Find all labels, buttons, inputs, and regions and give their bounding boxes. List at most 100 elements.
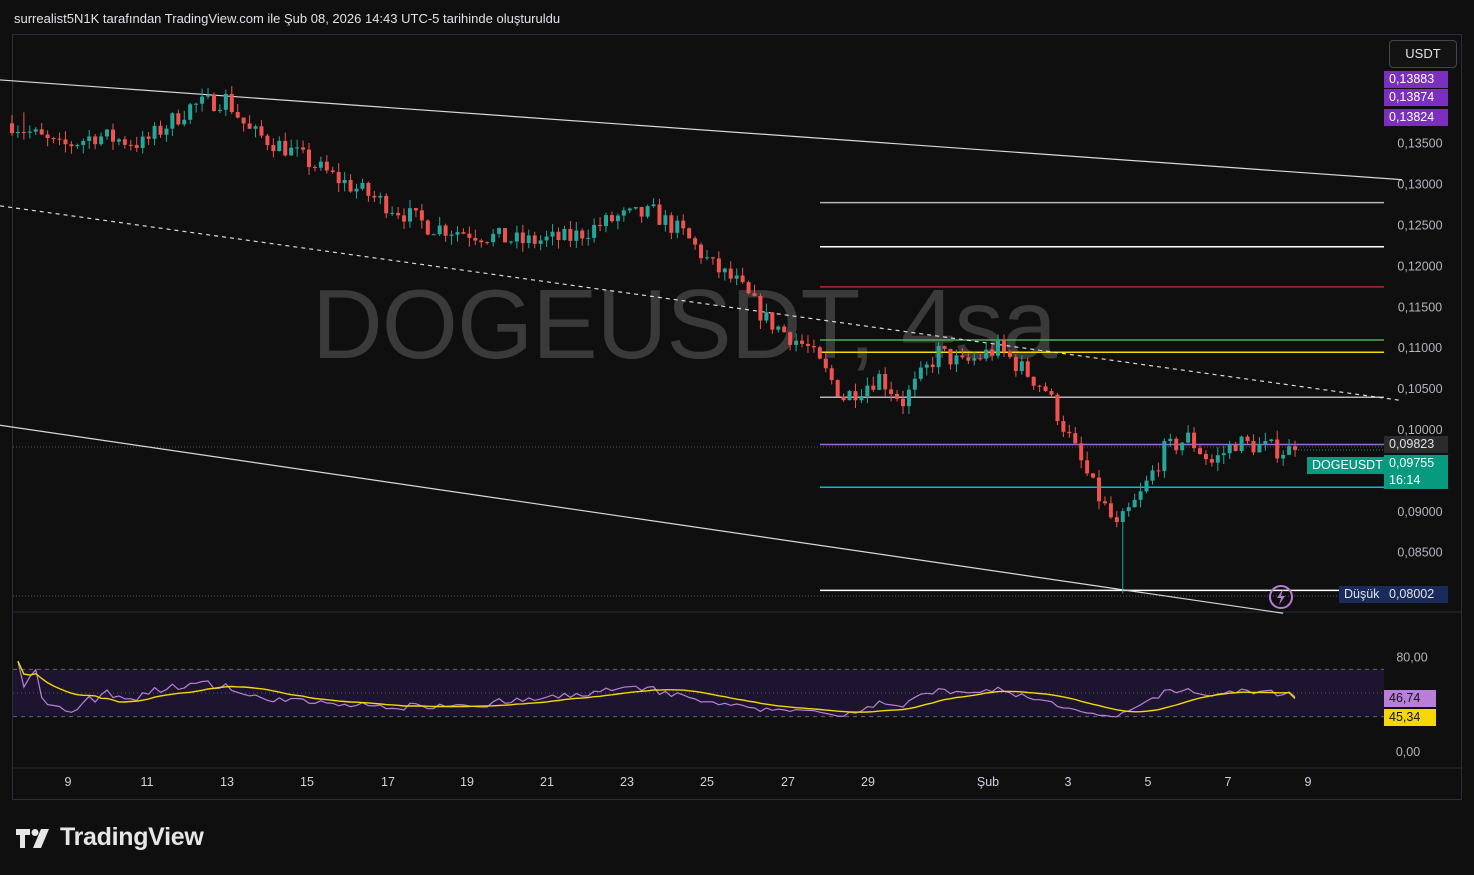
candle-body [764, 312, 769, 321]
candle-body [1025, 361, 1030, 377]
candle-body [758, 296, 763, 321]
candle-body [532, 235, 537, 244]
candle-body [479, 240, 484, 243]
candle-body [948, 348, 953, 365]
candle-body [794, 340, 799, 345]
candle-body [598, 224, 603, 227]
candle-body [740, 275, 745, 283]
candle-body [1281, 454, 1286, 459]
trend-line [0, 424, 1284, 614]
candle-body [1108, 503, 1113, 518]
candle-body [1049, 390, 1054, 395]
candle-body [1156, 470, 1161, 472]
time-axis-tick: 29 [861, 775, 875, 789]
candle-body [354, 188, 359, 192]
candle-body [497, 228, 502, 234]
candle-body [604, 215, 608, 227]
candle-body [675, 220, 680, 233]
candle-body [556, 231, 561, 241]
candle-body [990, 349, 995, 356]
symbol-tag: DOGEUSDT [1307, 457, 1388, 474]
candle-body [1055, 394, 1060, 422]
candle-body [194, 103, 199, 105]
candle-body [99, 136, 104, 145]
price-tag-top2: 0,13874 [1384, 89, 1448, 106]
time-axis-tick: 27 [781, 775, 795, 789]
last-price-tag: 0,09755 [1384, 455, 1448, 472]
candle-body [829, 368, 834, 381]
time-axis-tick: 17 [381, 775, 395, 789]
candle-body [372, 195, 377, 198]
candle-body [841, 396, 846, 401]
candle-body [188, 104, 193, 120]
candle-body [461, 232, 466, 234]
candle-body [651, 204, 656, 207]
candle-body [514, 232, 519, 242]
candle-body [1233, 444, 1238, 452]
candle-body [1263, 441, 1268, 444]
price-chart[interactable]: 0,13500 0,13000 0,12500 0,12000 0,11500 0,110… [0, 0, 1474, 875]
candle-body [782, 326, 787, 333]
tradingview-logo[interactable]: TradingView [14, 823, 204, 852]
candle-body [609, 215, 614, 222]
candle-body [1209, 459, 1214, 463]
candle-body [1245, 436, 1250, 442]
time-axis-tick: 15 [300, 775, 314, 789]
candle-body [342, 179, 347, 184]
candle-body [485, 242, 490, 244]
candle-body [752, 293, 757, 297]
candle-body [663, 215, 668, 225]
price-axis-tick: 0,12500 [1397, 219, 1442, 233]
price-axis-tick: 0,12000 [1397, 259, 1442, 273]
candle-body [277, 140, 282, 152]
candle-body [223, 93, 228, 110]
candle-body [984, 349, 989, 359]
candle-body [128, 144, 133, 146]
candle-body [93, 136, 98, 145]
candle-body [805, 343, 810, 346]
candle-body [283, 140, 288, 156]
currency-button[interactable]: USDT [1389, 40, 1457, 68]
candle-body [693, 238, 698, 245]
rsi-axis-tick: 0,00 [1396, 745, 1420, 759]
candle-body [152, 125, 157, 139]
candle-body [853, 391, 858, 401]
candle-body [621, 210, 626, 216]
candle-body [1215, 455, 1220, 463]
lightning-bolt-glyph [1277, 589, 1285, 605]
candle-body [1227, 444, 1232, 454]
candle-body [271, 145, 276, 152]
candle-body [206, 94, 211, 97]
candle-body [87, 136, 92, 142]
candle-body [69, 144, 74, 147]
candle-body [1275, 439, 1280, 459]
candle-body [75, 144, 80, 147]
candle-body [1114, 517, 1119, 523]
candle-body [45, 134, 50, 139]
candle-body [473, 237, 478, 241]
candle-body [443, 225, 448, 236]
candle-body [116, 139, 121, 142]
candle-body [241, 117, 246, 124]
candle-body [384, 195, 389, 214]
candle-body [1168, 438, 1173, 442]
candle-body [425, 220, 430, 235]
candle-body [27, 131, 32, 133]
candle-body [942, 346, 947, 349]
candle-body [63, 139, 68, 145]
candle-body [105, 129, 110, 137]
time-axis-tick: 23 [620, 775, 634, 789]
time-axis-tick: 7 [1225, 775, 1232, 789]
candle-body [1198, 448, 1202, 455]
candle-body [57, 138, 62, 140]
price-axis-tick: 0,10500 [1397, 382, 1442, 396]
candle-body [503, 228, 508, 243]
candle-body [164, 128, 169, 135]
low-value-tag: 0,08002 [1384, 586, 1448, 603]
rsi-ma-value-tag: 45,34 [1384, 709, 1436, 726]
candle-body [592, 224, 597, 238]
candle-body [318, 161, 323, 168]
candle-body [455, 232, 460, 235]
candle-body [491, 233, 496, 243]
candle-body [960, 355, 965, 358]
